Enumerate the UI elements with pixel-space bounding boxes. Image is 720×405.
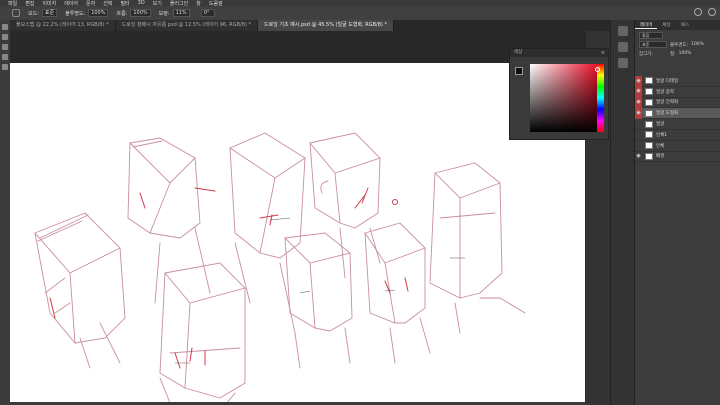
opacity-field[interactable]: 100% bbox=[88, 9, 109, 17]
layer-thumbnail bbox=[645, 88, 653, 96]
layer-row[interactable]: ◉ 배경 bbox=[635, 152, 720, 163]
eraser-tool-icon[interactable] bbox=[2, 64, 8, 70]
options-bar: 모드: 표준 불투명도: 100% 흐름: 100% 보정: 11% 0° bbox=[0, 6, 720, 20]
mode-select[interactable]: 표준 bbox=[41, 9, 58, 17]
layer-name: 얼굴 간략화 bbox=[656, 100, 679, 106]
properties-icon[interactable] bbox=[618, 58, 628, 68]
eye-icon[interactable]: ◉ bbox=[635, 151, 642, 162]
layer-name: 얼굴 도형화 bbox=[656, 111, 679, 117]
workspace-icon[interactable] bbox=[708, 8, 716, 16]
flow-label: 흐름: bbox=[116, 10, 128, 17]
eye-icon[interactable] bbox=[635, 119, 642, 130]
smooth-field[interactable]: 11% bbox=[172, 9, 190, 17]
document-tabs: 풀모스텝 @ 22.2% (레이어 13, RGB/8) * 드로잉 참패시 자유… bbox=[10, 20, 610, 31]
document-tab[interactable]: 드로잉 기초 예시.psd @ 45.5% (얼굴 도형화, RGB/8) * bbox=[257, 20, 394, 31]
eye-icon[interactable]: ◉ bbox=[635, 107, 642, 119]
marquee-tool-icon[interactable] bbox=[2, 34, 8, 40]
layer-thumbnail bbox=[645, 142, 653, 150]
color-panel: 색상 ≡ bbox=[509, 48, 609, 140]
layer-name: 인체 bbox=[656, 143, 665, 149]
layer-blend-row: 표준 불투명도: 100% bbox=[635, 40, 720, 49]
layer-list: ◉ 얼굴 디테일 ◉ 얼굴 중학 ◉ 얼굴 간략화 ◉ 얼굴 도형화얼굴인체1 인체 ◉ 배경 bbox=[635, 75, 720, 163]
color-picker-handle[interactable] bbox=[595, 67, 600, 72]
document-tab[interactable]: 풀모스텝 @ 22.2% (레이어 13, RGB/8) * bbox=[10, 20, 116, 31]
layers-tab[interactable]: 패스 bbox=[676, 22, 694, 28]
layer-row[interactable]: ◉ 얼굴 간략화 bbox=[635, 97, 720, 109]
color-picker-field[interactable] bbox=[530, 64, 602, 132]
photoshop-window: 파일 편집 이미지 레이어 문자 선택 필터 3D 보기 플러그인 창 도움말 모드: 표준 불투명도:… bbox=[0, 0, 720, 405]
layer-thumbnail bbox=[645, 120, 653, 128]
layer-row[interactable]: ◉ 얼굴 디테일 bbox=[635, 75, 720, 87]
eye-icon[interactable] bbox=[635, 140, 642, 151]
layers-panel: 레이어 채널 패스 종류 표준 불투명도: 100% 잠그기: 칠: 100% ◉ 얼… bbox=[634, 20, 720, 405]
layer-row[interactable]: ◉ 얼굴 중학 bbox=[635, 86, 720, 98]
layer-name: 얼굴 중학 bbox=[656, 89, 674, 95]
layer-thumbnail bbox=[645, 109, 653, 117]
angle-field[interactable]: 0° bbox=[200, 9, 215, 17]
lasso-tool-icon[interactable] bbox=[2, 44, 8, 50]
history-icon[interactable] bbox=[618, 26, 628, 36]
layer-fill-label: 칠: bbox=[669, 51, 676, 57]
adjustments-icon[interactable] bbox=[618, 42, 628, 52]
color-panel-title: 색상 bbox=[510, 49, 608, 57]
layer-row[interactable]: ◉ 얼굴 도형화 bbox=[635, 107, 720, 120]
layer-blend-select[interactable]: 표준 bbox=[639, 41, 667, 48]
eye-icon[interactable]: ◉ bbox=[635, 75, 642, 87]
layer-name: 얼굴 bbox=[656, 122, 665, 128]
layer-opacity-label: 불투명도: bbox=[670, 42, 689, 48]
layer-row[interactable]: 인체1 bbox=[635, 130, 720, 141]
layer-thumbnail bbox=[645, 131, 653, 139]
tool-bar bbox=[0, 20, 10, 405]
layer-name: 인체1 bbox=[656, 132, 668, 138]
layer-thumbnail bbox=[645, 77, 653, 85]
drawing-canvas[interactable] bbox=[10, 63, 585, 405]
eye-icon[interactable]: ◉ bbox=[635, 97, 642, 108]
layer-lock-row: 잠그기: 칠: 100% bbox=[635, 49, 720, 58]
smooth-label: 보정: bbox=[158, 10, 170, 17]
layers-panel-tabs: 레이어 채널 패스 bbox=[635, 20, 720, 30]
layer-opacity-value[interactable]: 100% bbox=[691, 42, 704, 47]
search-icon[interactable] bbox=[694, 8, 702, 16]
layers-tab[interactable]: 채널 bbox=[657, 22, 675, 28]
layer-filter-row: 종류 bbox=[635, 30, 720, 40]
layer-fill-value[interactable]: 100% bbox=[679, 51, 692, 56]
brush-tool-icon[interactable] bbox=[2, 54, 8, 60]
layer-thumbnail bbox=[645, 98, 653, 106]
eye-icon[interactable]: ◉ bbox=[635, 86, 642, 98]
hue-slider[interactable] bbox=[597, 64, 604, 132]
sketch-drawing bbox=[34, 132, 526, 405]
layers-tab[interactable]: 레이어 bbox=[635, 22, 658, 29]
menu-icon[interactable]: ≡ bbox=[601, 50, 605, 56]
document-tab[interactable]: 드로잉 참패시 자유롭 psd @ 12.5% (레이어 96, RGB/8) … bbox=[115, 20, 258, 31]
opacity-label: 불투명도: bbox=[65, 10, 86, 17]
layer-kind-select[interactable]: 종류 bbox=[639, 31, 663, 39]
move-tool-icon[interactable] bbox=[2, 24, 8, 30]
foreground-color-swatch[interactable] bbox=[515, 67, 523, 75]
layer-lock-label: 잠그기: bbox=[639, 51, 653, 57]
eye-icon[interactable] bbox=[635, 129, 642, 140]
layer-name: 배경 bbox=[656, 154, 665, 160]
flow-field[interactable]: 100% bbox=[130, 9, 151, 17]
layer-thumbnail bbox=[645, 152, 653, 160]
mode-label: 모드: bbox=[28, 10, 39, 17]
layer-name: 얼굴 디테일 bbox=[656, 78, 679, 84]
panel-dock bbox=[610, 20, 634, 405]
layer-row[interactable]: 얼굴 bbox=[635, 119, 720, 130]
layer-row[interactable]: 인체 bbox=[635, 141, 720, 152]
brush-icon[interactable] bbox=[12, 9, 20, 17]
